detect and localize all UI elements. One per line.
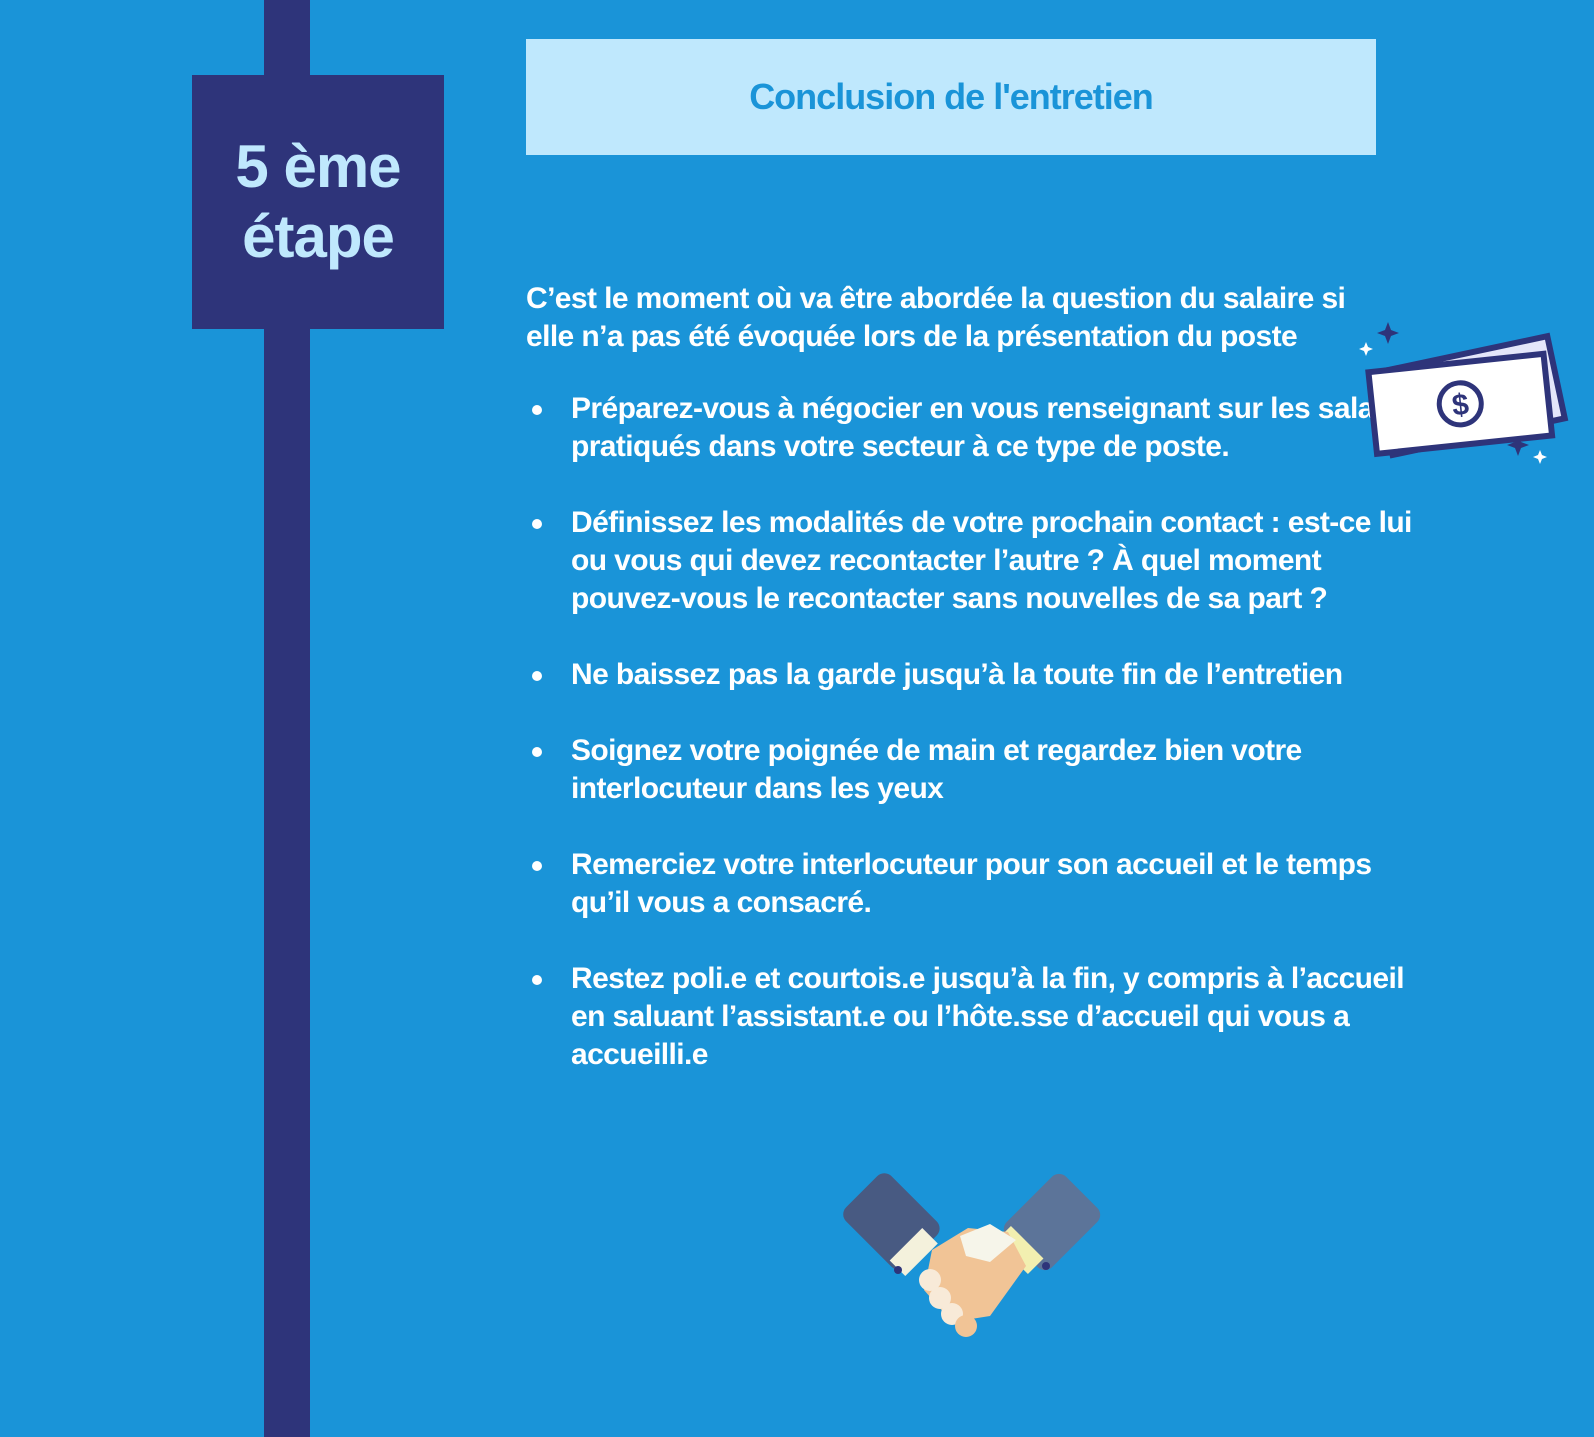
list-item-text: Remerciez votre interlocuteur pour son a…: [571, 848, 1372, 919]
step-badge: 5 ème étape: [192, 75, 444, 329]
bullet-icon: [532, 405, 542, 415]
list-item: Définissez les modalités de votre procha…: [526, 504, 1436, 618]
bullet-icon: [532, 519, 542, 529]
list-item: Préparez-vous à négocier en vous renseig…: [526, 390, 1436, 466]
list-item-text: Ne baissez pas la garde jusqu’à la toute…: [571, 658, 1343, 691]
bullet-icon: [532, 975, 542, 985]
list-item: Remerciez votre interlocuteur pour son a…: [526, 846, 1436, 922]
list-item: Soignez votre poignée de main et regarde…: [526, 732, 1436, 808]
money-bill-icon: $: [1359, 322, 1569, 464]
content-section: C’est le moment où va être abordée la qu…: [526, 280, 1426, 1112]
title-banner: Conclusion de l'entretien: [526, 39, 1376, 155]
bullet-icon: [532, 861, 542, 871]
list-item-text: Restez poli.e et courtois.e jusqu’à la f…: [571, 962, 1405, 1071]
list-item-text: Soignez votre poignée de main et regarde…: [571, 734, 1302, 805]
list-item-text: Définissez les modalités de votre procha…: [571, 506, 1412, 615]
list-item: Restez poli.e et courtois.e jusqu’à la f…: [526, 960, 1436, 1074]
list-item-text: Préparez-vous à négocier en vous renseig…: [571, 392, 1425, 463]
handshake-icon: [843, 1173, 1101, 1337]
advice-list: Préparez-vous à négocier en vous renseig…: [526, 390, 1426, 1074]
page-title: Conclusion de l'entretien: [749, 76, 1154, 117]
list-item: Ne baissez pas la garde jusqu’à la toute…: [526, 656, 1436, 694]
bullet-icon: [532, 671, 542, 681]
intro-text: C’est le moment où va être abordée la qu…: [526, 282, 1346, 353]
bullet-icon: [532, 747, 542, 757]
step-label: étape: [242, 203, 395, 270]
step-number: 5 ème: [235, 133, 401, 200]
